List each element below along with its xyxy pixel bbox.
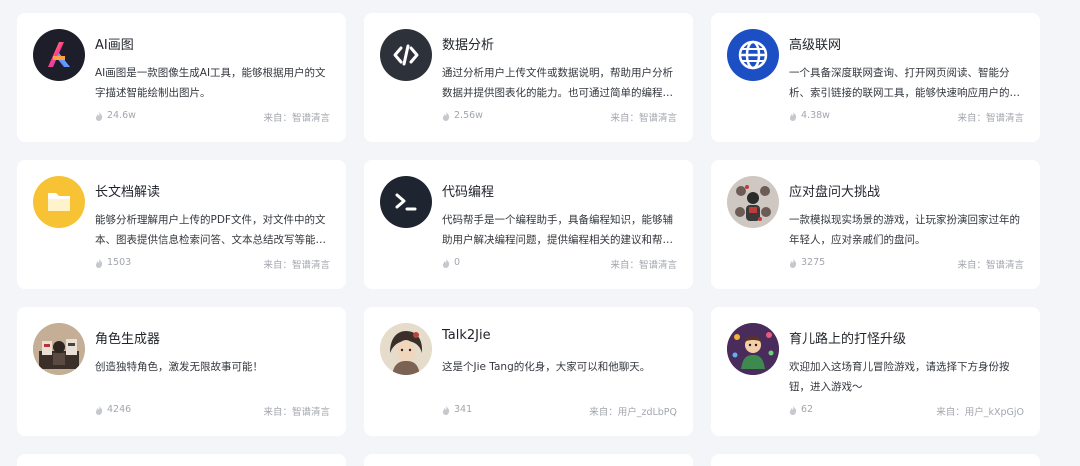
agent-name: AI画图 (95, 38, 134, 53)
agent-card-ai-drawing[interactable]: AI画图 AI画图是一款图像生成AI工具，能够根据用户的文字描述智能绘制出图片。… (17, 13, 346, 142)
parenting-avatar-icon (727, 323, 779, 375)
agent-name: 代码编程 (442, 185, 495, 200)
family-avatar-icon (727, 176, 779, 228)
usage-count-value: 62 (801, 404, 814, 415)
usage-count-value: 1503 (107, 257, 132, 268)
usage-count: 24.6w (95, 110, 136, 121)
agent-card-partial[interactable] (17, 454, 346, 466)
agent-card-interrogation-challenge[interactable]: 应对盘问大挑战 一款模拟现实场景的游戏，让玩家扮演回家过年的年轻人，应对亲戚们的… (711, 160, 1040, 289)
usage-count: 4246 (95, 404, 131, 415)
fire-icon (95, 110, 103, 121)
usage-count: 0 (442, 257, 460, 268)
agent-card-data-analysis[interactable]: 数据分析 通过分析用户上传文件或数据说明，帮助用户分析数据并提供图表化的能力。也… (364, 13, 693, 142)
fire-icon (789, 110, 797, 121)
fire-icon (95, 257, 103, 268)
code-brackets-icon (380, 29, 432, 81)
agent-card-parenting-game[interactable]: 育儿路上的打怪升级 欢迎加入这场育儿冒险游戏，请选择下方身份按钮，进入游戏～ 6… (711, 307, 1040, 436)
fire-icon (95, 404, 103, 415)
globe-icon (727, 29, 779, 81)
fire-icon (789, 257, 797, 268)
agent-card-grid: AI画图 AI画图是一款图像生成AI工具，能够根据用户的文字描述智能绘制出图片。… (17, 13, 1040, 436)
agent-card-long-doc[interactable]: 长文档解读 能够分析理解用户上传的PDF文件，对文件中的文本、图表提供信息检索问… (17, 160, 346, 289)
usage-count: 4.38w (789, 110, 830, 121)
agent-description: 创造独特角色，激发无限故事可能！ (95, 361, 263, 373)
usage-count: 62 (789, 404, 813, 415)
agent-card-character-generator[interactable]: 角色生成器 创造独特角色，激发无限故事可能！ 4246 来自：智谱清言 (17, 307, 346, 436)
agent-card-coding[interactable]: 代码编程 代码帮手是一个编程助手，具备编程知识，能够辅助用户解决编程问题，提供编… (364, 160, 693, 289)
agent-source: 来自：用户_zdLbPQ (589, 407, 677, 418)
fire-icon (442, 110, 450, 121)
usage-count: 2.56w (442, 110, 483, 121)
agent-description: 一款模拟现实场景的游戏，让玩家扮演回家过年的年轻人，应对亲戚们的盘问。 (789, 214, 1020, 246)
agent-source: 来自：智谱清言 (610, 260, 677, 271)
agent-name: 长文档解读 (95, 185, 161, 200)
agent-description: 一个具备深度联网查询、打开网页阅读、智能分析、索引链接的联网工具，能够快速响应用… (789, 67, 1020, 99)
ai-logo-icon (33, 29, 85, 81)
agent-card-partial[interactable] (364, 454, 693, 466)
usage-count-value: 341 (454, 404, 473, 415)
agent-source: 来自：用户_kXpGjO (936, 407, 1024, 418)
folder-icon (33, 176, 85, 228)
usage-count-value: 2.56w (454, 110, 483, 121)
fire-icon (789, 404, 797, 415)
agent-source: 来自：智谱清言 (957, 113, 1024, 124)
agent-source: 来自：智谱清言 (263, 113, 330, 124)
agent-description: 代码帮手是一个编程助手，具备编程知识，能够辅助用户解决编程问题，提供编程相关的建… (442, 214, 673, 246)
agent-name: 育儿路上的打怪升级 (789, 332, 907, 347)
agent-name: 应对盘问大挑战 (789, 185, 881, 200)
agent-description: AI画图是一款图像生成AI工具，能够根据用户的文字描述智能绘制出图片。 (95, 67, 326, 99)
agent-name: 高级联网 (789, 38, 842, 53)
agent-card-talk2jie[interactable]: Talk2Jie 这是个Jie Tang的化身，大家可以和他聊天。 341 来自… (364, 307, 693, 436)
agent-source: 来自：智谱清言 (263, 260, 330, 271)
agent-name: 数据分析 (442, 38, 495, 53)
portrait-avatar-icon (380, 323, 432, 375)
usage-count: 341 (442, 404, 472, 415)
terminal-icon (380, 176, 432, 228)
usage-count-value: 0 (454, 257, 461, 268)
fire-icon (442, 404, 450, 415)
usage-count-value: 3275 (801, 257, 826, 268)
usage-count: 3275 (789, 257, 825, 268)
agent-source: 来自：智谱清言 (610, 113, 677, 124)
usage-count-value: 4246 (107, 404, 132, 415)
usage-count-value: 4.38w (801, 110, 830, 121)
agent-description: 欢迎加入这场育儿冒险游戏，请选择下方身份按钮，进入游戏～ (789, 361, 1010, 393)
usage-count: 1503 (95, 257, 131, 268)
fire-icon (442, 257, 450, 268)
agent-source: 来自：智谱清言 (957, 260, 1024, 271)
agent-name: 角色生成器 (95, 332, 161, 347)
agent-name: Talk2Jie (442, 328, 491, 343)
usage-count-value: 24.6w (107, 110, 136, 121)
agent-source: 来自：智谱清言 (263, 407, 330, 418)
agent-card-advanced-web[interactable]: 高级联网 一个具备深度联网查询、打开网页阅读、智能分析、索引链接的联网工具，能够… (711, 13, 1040, 142)
agent-description: 通过分析用户上传文件或数据说明，帮助用户分析数据并提供图表化的能力。也可通过简单… (442, 67, 673, 99)
character-avatar-icon (33, 323, 85, 375)
agent-description: 能够分析理解用户上传的PDF文件，对文件中的文本、图表提供信息检索问答、文本总结… (95, 214, 326, 246)
agent-card-partial[interactable] (711, 454, 1040, 466)
agent-description: 这是个Jie Tang的化身，大家可以和他聊天。 (442, 361, 651, 373)
